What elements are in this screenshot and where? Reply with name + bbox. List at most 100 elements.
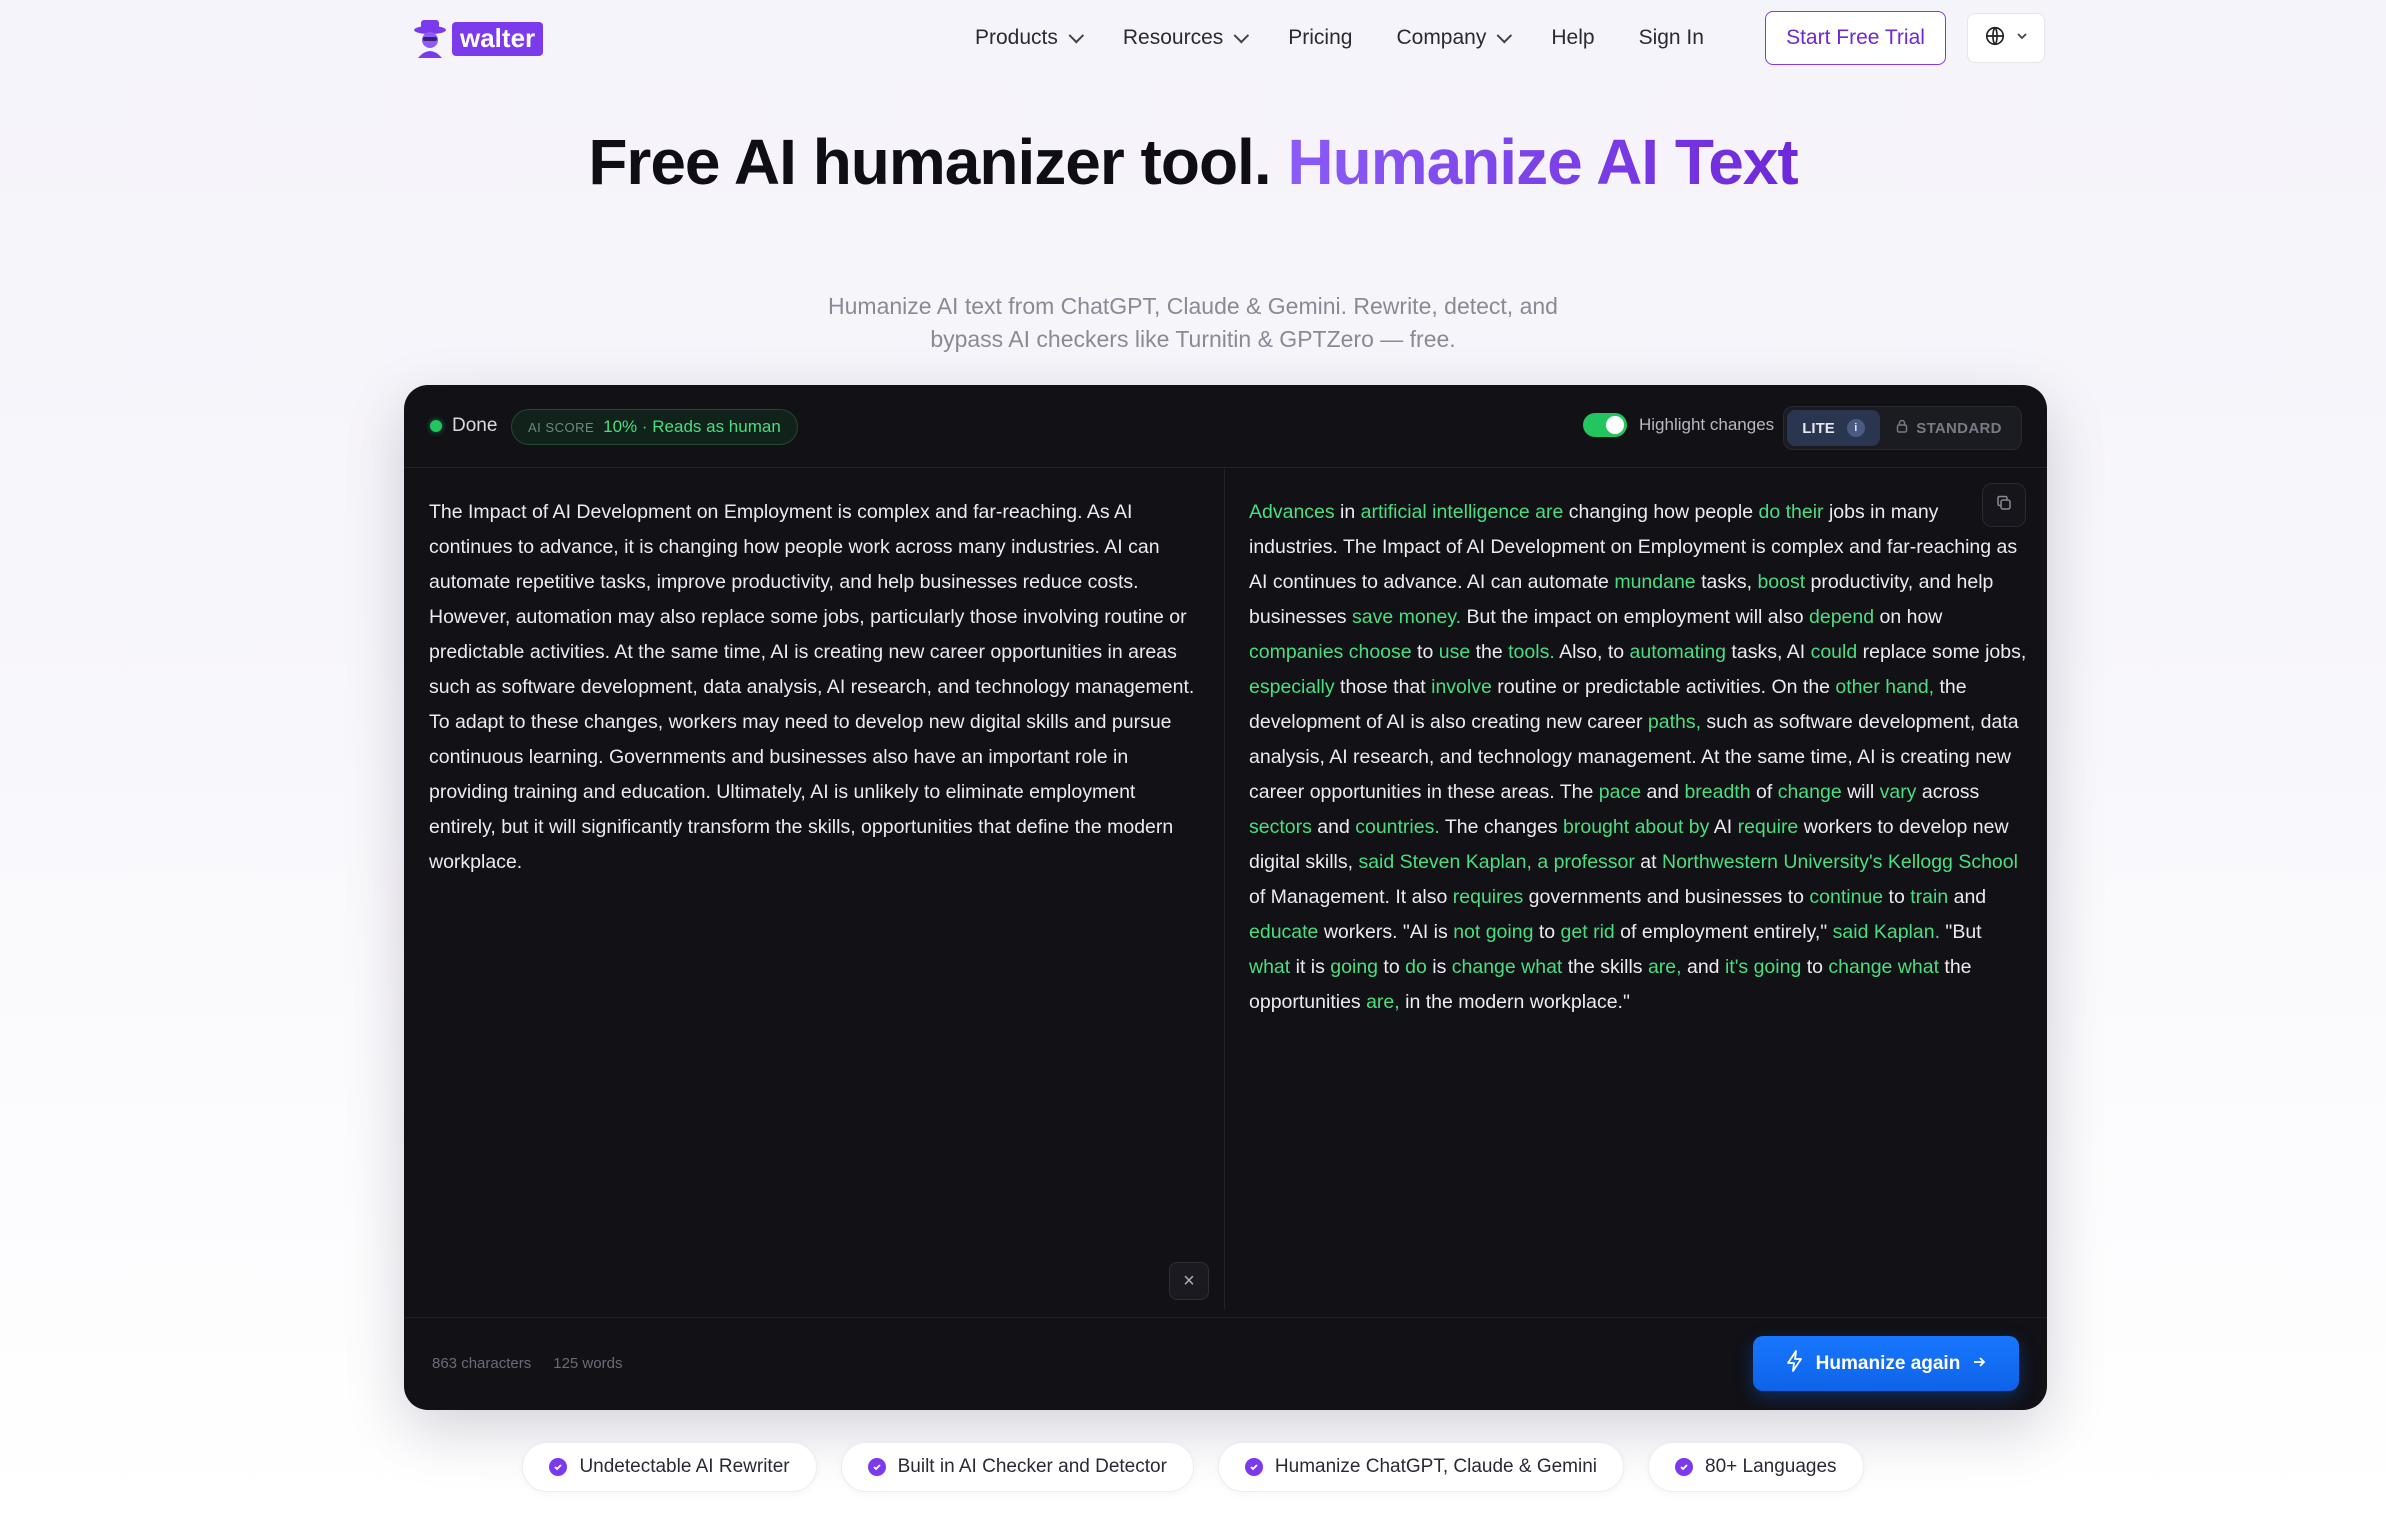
changed-text-segment: could (1810, 641, 1858, 663)
mode-selector: LITE i STANDARD (1783, 406, 2022, 450)
text-segment: of employment entirely," (1614, 921, 1833, 943)
nav-help[interactable]: Help (1551, 26, 1594, 50)
changed-text-segment: depend (1809, 606, 1875, 628)
feature-label: 80+ Languages (1705, 1456, 1837, 1477)
info-icon[interactable]: i (1846, 419, 1865, 437)
text-segment: workers. "AI is (1318, 921, 1454, 943)
changed-text-segment: other hand, (1835, 676, 1935, 698)
language-selector[interactable] (1967, 13, 2045, 63)
input-text-area[interactable]: The Impact of AI Development on Employme… (429, 495, 1199, 880)
changed-text-segment: Northwestern University's Kellogg School (1661, 851, 2018, 873)
changed-text-segment: pace (1598, 781, 1642, 803)
changed-text-segment: breadth (1684, 781, 1751, 803)
hero-subtitle: Humanize AI text from ChatGPT, Claude & … (828, 293, 1558, 352)
changed-text-segment: artificial intelligence are (1360, 501, 1564, 523)
nav-products[interactable]: Products (975, 26, 1084, 50)
nav-pricing-label: Pricing (1288, 26, 1353, 49)
feature-label: Humanize ChatGPT, Claude & Gemini (1274, 1456, 1598, 1477)
check-icon (549, 1458, 568, 1476)
changed-text-segment: change what (1451, 956, 1563, 978)
nav-company[interactable]: Company (1396, 26, 1513, 50)
text-segment: the (1470, 641, 1509, 663)
mode-standard-label: STANDARD (1916, 419, 2002, 437)
changed-text-segment: sectors (1249, 816, 1312, 838)
changed-text-segment: save money. (1351, 606, 1462, 628)
humanize-again-label: Humanize again (1815, 1352, 1961, 1374)
changed-text-segment: continue (1809, 886, 1884, 908)
text-segment: tasks, AI (1726, 641, 1811, 663)
changed-text-segment: especially (1249, 676, 1335, 698)
check-icon (867, 1458, 886, 1476)
ai-score-badge: AI SCORE 10% · Reads as human (511, 409, 798, 445)
changed-text-segment: do (1405, 956, 1427, 978)
text-segment: governments and businesses to (1523, 886, 1810, 908)
changed-text-segment: not going (1453, 921, 1534, 943)
humanize-again-button[interactable]: Humanize again (1753, 1336, 2019, 1391)
changed-text-segment: brought about by (1563, 816, 1710, 838)
panel-toolbar: Done AI SCORE 10% · Reads as human Highl… (404, 385, 2047, 468)
humanizer-panel: Done AI SCORE 10% · Reads as human Highl… (404, 385, 2047, 1410)
lightning-icon (1786, 1349, 1804, 1378)
changed-text-segment: get rid (1560, 921, 1615, 943)
text-segment: to (1378, 956, 1406, 978)
text-segment: to (1883, 886, 1911, 908)
mode-lite-label: LITE (1802, 419, 1835, 437)
close-icon: × (1183, 1269, 1195, 1292)
changed-text-segment: said Steven Kaplan, a professor (1358, 851, 1635, 873)
changed-text-segment: it's going (1724, 956, 1802, 978)
clear-input-button[interactable]: × (1169, 1262, 1209, 1300)
hero-title: Free AI humanizer tool. Humanize AI Text (0, 128, 2386, 196)
word-count: 125 words (553, 1355, 623, 1372)
feature-label: Undetectable AI Rewriter (579, 1456, 790, 1477)
text-segment: to (1411, 641, 1439, 663)
changed-text-segment: tools. (1508, 641, 1555, 663)
status-dot-icon (430, 420, 442, 432)
copy-icon (1995, 494, 2013, 517)
changed-text-segment: require (1737, 816, 1799, 838)
text-segment: of Management. It also (1249, 886, 1453, 908)
nav-links: Products Resources Pricing Company Help … (975, 22, 1748, 54)
text-segment: The changes (1439, 816, 1564, 838)
hero-title-accent: Humanize AI Text (1287, 126, 1798, 198)
text-segment: and (1311, 816, 1356, 838)
status-text: Done (452, 415, 498, 436)
mode-standard-button[interactable]: STANDARD (1880, 419, 2018, 437)
feature-pill: Built in AI Checker and Detector (840, 1442, 1194, 1492)
nav-signin[interactable]: Sign In (1639, 26, 1704, 50)
changed-text-segment: automating (1629, 641, 1727, 663)
copy-button[interactable] (1982, 483, 2026, 527)
changed-text-segment: change (1777, 781, 1842, 803)
nav-resources-label: Resources (1122, 26, 1224, 49)
highlight-changes-label: Highlight changes (1639, 415, 1775, 434)
nav-products-label: Products (975, 26, 1058, 49)
nav-company-label: Company (1396, 26, 1487, 49)
check-icon (1675, 1458, 1694, 1476)
nav-pricing[interactable]: Pricing (1288, 26, 1352, 50)
nav-resources[interactable]: Resources (1122, 26, 1250, 50)
changed-text-segment: what (1249, 956, 1291, 978)
character-count: 863 characters (432, 1355, 532, 1372)
logo[interactable]: walter (412, 18, 544, 60)
changed-text-segment: use (1438, 641, 1471, 663)
changed-text-segment: are, (1647, 956, 1682, 978)
highlight-changes-toggle[interactable]: Highlight changes (1583, 413, 1774, 437)
start-free-trial-button[interactable]: Start Free Trial (1765, 11, 1946, 65)
changed-text-segment: boost (1757, 571, 1806, 593)
lock-icon (1896, 419, 1908, 437)
changed-text-segment: do their (1758, 501, 1824, 523)
mode-lite-button[interactable]: LITE i (1787, 410, 1880, 446)
changed-text-segment: going (1330, 956, 1379, 978)
text-counts: 863 characters 125 words (432, 1355, 622, 1372)
changed-text-segment: vary (1879, 781, 1917, 803)
feature-pill: Humanize ChatGPT, Claude & Gemini (1217, 1442, 1625, 1492)
hero-title-plain: Free AI humanizer tool. (588, 126, 1271, 198)
ai-score-value: 10% · Reads as human (603, 417, 781, 436)
text-segment: But the impact on employment will also (1461, 606, 1809, 628)
panel-footer-divider (404, 1317, 2047, 1318)
text-segment: and (1948, 886, 1987, 908)
text-segment: will (1841, 781, 1880, 803)
toggle-switch[interactable] (1583, 413, 1627, 437)
globe-icon (1984, 25, 2006, 52)
changed-text-segment: change what (1828, 956, 1939, 978)
text-segment: to (1801, 956, 1829, 978)
